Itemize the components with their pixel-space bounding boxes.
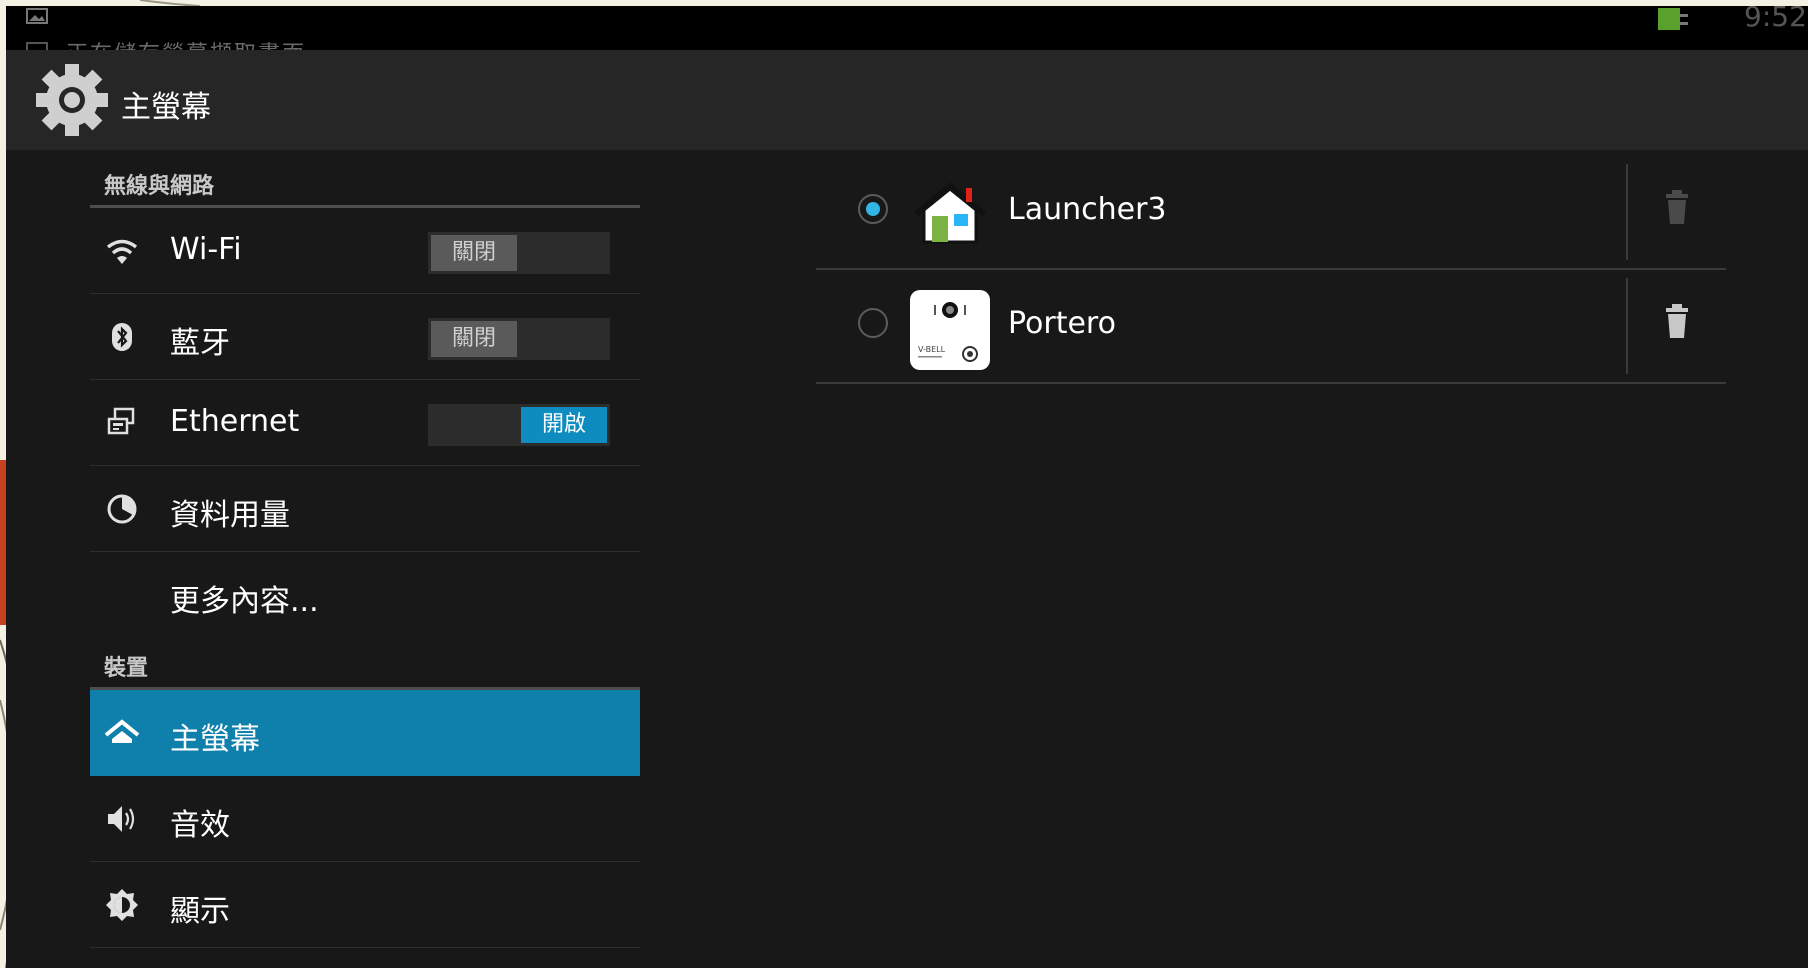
bluetooth-toggle[interactable]: 關閉 xyxy=(428,318,610,360)
wifi-icon xyxy=(106,239,138,264)
ethernet-icon xyxy=(107,407,135,435)
sidebar-item-bluetooth[interactable]: 藍牙 關閉 xyxy=(90,294,640,380)
page-title: 主螢幕 xyxy=(121,90,211,125)
home-app-radio[interactable] xyxy=(858,308,888,338)
gear-icon[interactable] xyxy=(34,62,110,138)
sidebar-item-more[interactable]: 更多內容... xyxy=(90,552,640,638)
ethernet-toggle[interactable]: 開啟 xyxy=(428,404,610,446)
brightness-icon xyxy=(106,889,138,921)
home-app-label: Portero xyxy=(1008,306,1116,341)
portero-icon-text: V-BELL xyxy=(918,345,946,354)
home-app-list: Launcher3 V-BELL Portero xyxy=(816,156,1726,384)
home-app-label: Launcher3 xyxy=(1008,192,1167,227)
tablet-screen: 正在儲存螢幕擷取畫面 9:52 主螢幕 無線與網 xyxy=(6,6,1808,968)
trash-icon xyxy=(1666,190,1688,224)
toggle-state-label: 開啟 xyxy=(521,407,607,443)
sidebar-item-label: 資料用量 xyxy=(170,498,290,533)
sidebar-item-label: 音效 xyxy=(170,808,230,843)
trash-icon[interactable] xyxy=(1662,300,1692,340)
toggle-state-label: 關閉 xyxy=(431,321,517,357)
status-bar: 正在儲存螢幕擷取畫面 9:52 xyxy=(6,6,1808,52)
home-app-radio[interactable] xyxy=(858,194,888,224)
sidebar-item-data-usage[interactable]: 資料用量 xyxy=(90,466,640,552)
sidebar-item-display[interactable]: 顯示 xyxy=(90,862,640,948)
portero-app-icon: V-BELL xyxy=(910,290,990,370)
action-bar: 主螢幕 xyxy=(6,50,1808,150)
bluetooth-icon xyxy=(112,323,132,351)
data-usage-icon xyxy=(107,494,137,524)
screenshot-notification-icon xyxy=(26,8,48,24)
speaker-icon xyxy=(108,806,135,832)
sidebar-item-home[interactable]: 主螢幕 xyxy=(90,690,640,776)
sidebar-item-label: 顯示 xyxy=(170,894,230,929)
section-header-device: 裝置 xyxy=(90,638,640,690)
sidebar-item-label: Wi-Fi xyxy=(170,232,242,267)
sidebar-item-label: 藍牙 xyxy=(170,326,230,361)
toggle-state-label: 關閉 xyxy=(431,235,517,271)
sidebar-item-label: 更多內容... xyxy=(170,584,319,619)
home-app-row-launcher3[interactable]: Launcher3 xyxy=(816,156,1726,270)
status-clock: 9:52 xyxy=(1744,6,1807,33)
row-divider xyxy=(1626,164,1628,260)
sidebar-item-ethernet[interactable]: Ethernet 開啟 xyxy=(90,380,640,466)
sidebar-item-label: Ethernet xyxy=(170,404,300,439)
sidebar-item-wifi[interactable]: Wi-Fi 關閉 xyxy=(90,208,640,294)
sidebar-item-sound[interactable]: 音效 xyxy=(90,776,640,862)
settings-sidebar: 無線與網路 Wi-Fi 關閉 藍牙 關閉 Ethernet 開啟 資料用量 更多… xyxy=(90,156,640,948)
battery-icon xyxy=(1658,8,1688,30)
launcher3-app-icon xyxy=(914,182,986,244)
row-divider xyxy=(1626,278,1628,374)
section-header-wireless: 無線與網路 xyxy=(90,156,640,208)
notification-text: 正在儲存螢幕擷取畫面 xyxy=(66,36,306,50)
home-icon xyxy=(104,719,140,743)
sidebar-item-label: 主螢幕 xyxy=(170,722,260,757)
wifi-toggle[interactable]: 關閉 xyxy=(428,232,610,274)
home-app-row-portero[interactable]: V-BELL Portero xyxy=(816,270,1726,384)
